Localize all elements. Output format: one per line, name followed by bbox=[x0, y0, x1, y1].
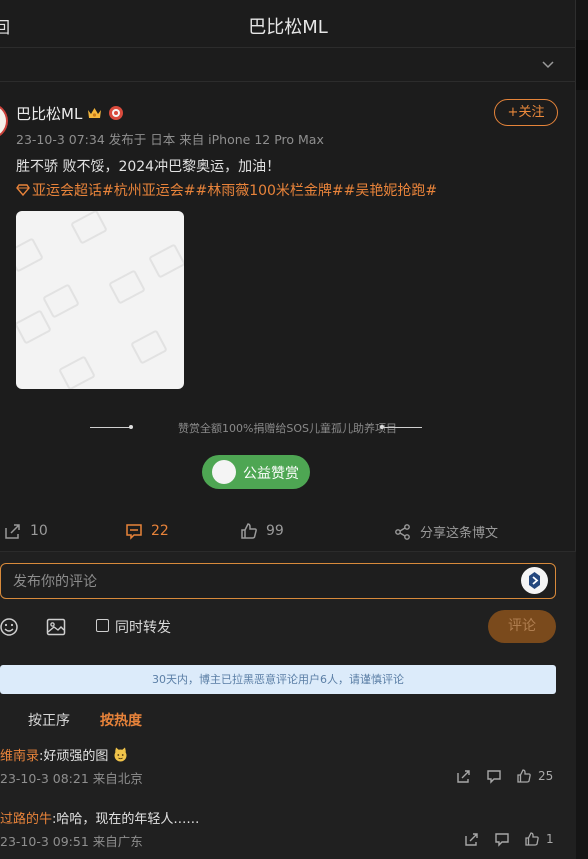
comment-text: :哈哈，现在的年轻人…… bbox=[52, 812, 200, 827]
repost-icon bbox=[5, 524, 20, 539]
comment-button[interactable]: 22 bbox=[125, 522, 169, 540]
image-placeholder-icon bbox=[130, 329, 168, 365]
comment-icon[interactable] bbox=[486, 768, 502, 784]
post-tags[interactable]: 亚运会超话#杭州亚运会##林雨薇100米栏金牌##吴艳妮抢跑# bbox=[16, 180, 437, 200]
comment-meta: 23-10-3 09:51 来自广东 bbox=[0, 834, 143, 849]
repost-count: 10 bbox=[30, 523, 48, 539]
comment-input-box[interactable] bbox=[0, 563, 556, 599]
comment-like-count: 25 bbox=[538, 769, 554, 783]
comment-icon[interactable] bbox=[494, 831, 510, 847]
image-placeholder-icon bbox=[148, 243, 184, 279]
image-placeholder-icon bbox=[16, 309, 52, 345]
comment-meta: 23-10-3 08:21 来自北京 bbox=[0, 771, 143, 786]
donate-label: 公益赞赏 bbox=[243, 466, 299, 482]
post-meta: 23-10-3 07:34 发布于 日本 来自 iPhone 12 Pro Ma… bbox=[16, 132, 324, 147]
comment-like-button[interactable]: 25 bbox=[516, 768, 553, 784]
charity-logo-icon bbox=[212, 460, 236, 484]
chevron-down-icon[interactable] bbox=[540, 56, 556, 72]
image-upload-icon[interactable] bbox=[46, 617, 66, 637]
page-title: 巴比松ML bbox=[248, 17, 328, 38]
image-placeholder-icon bbox=[108, 269, 146, 305]
post-tags-text[interactable]: 亚运会超话#杭州亚运会##林雨薇100米栏金牌##吴艳妮抢跑# bbox=[32, 183, 437, 199]
repost-button[interactable]: 10 bbox=[4, 522, 48, 540]
image-placeholder-icon bbox=[16, 237, 44, 273]
image-placeholder-icon bbox=[58, 355, 96, 389]
comment-user[interactable]: 维南录 bbox=[0, 749, 39, 764]
divider-line bbox=[382, 427, 422, 428]
comment-user[interactable]: 过路的牛 bbox=[0, 812, 52, 827]
thumbs-up-icon bbox=[517, 769, 531, 783]
comment-actions: 25 bbox=[456, 768, 553, 784]
comment-icon bbox=[126, 524, 142, 540]
sort-by-hot-tab[interactable]: 按热度 bbox=[100, 710, 142, 730]
thumbs-up-icon bbox=[525, 832, 539, 846]
comment-count: 22 bbox=[151, 523, 169, 539]
cat-emoji-icon bbox=[114, 747, 127, 762]
comment-input[interactable] bbox=[13, 571, 493, 593]
window-edge bbox=[576, 0, 588, 859]
image-placeholder-icon bbox=[42, 283, 80, 319]
image-placeholder-icon bbox=[70, 211, 108, 245]
reward-caption: 赞赏全额100%捐赠给SOS儿童孤儿助养项目 bbox=[177, 422, 398, 435]
ai-assist-icon[interactable] bbox=[521, 567, 548, 594]
comment-like-count: 1 bbox=[546, 832, 554, 846]
post-text: 胜不骄 败不馁，2024冲巴黎奥运，加油！ bbox=[16, 159, 281, 175]
share-icon bbox=[395, 523, 410, 540]
repost-checkbox[interactable] bbox=[96, 619, 109, 632]
author-name[interactable]: 巴比松ML bbox=[16, 103, 82, 124]
repost-checkbox-label[interactable]: 同时转发 bbox=[115, 617, 171, 637]
share-button[interactable]: 分享这条博文 bbox=[394, 522, 498, 541]
avatar[interactable] bbox=[0, 103, 8, 139]
share-label: 分享这条博文 bbox=[420, 526, 499, 541]
weibo-post-panel: 回 巴比松ML 巴比松ML +关注 23-10-3 07:34 发布于 日本 来… bbox=[0, 0, 576, 859]
crown-icon bbox=[88, 108, 101, 118]
submit-comment-button[interactable]: 评论 bbox=[488, 610, 556, 643]
comment-item: 过路的牛:哈哈，现在的年轻人…… bbox=[0, 808, 199, 827]
repost-icon[interactable] bbox=[464, 831, 480, 847]
vip-badge-icon bbox=[109, 106, 123, 120]
sort-by-time-tab[interactable]: 按正序 bbox=[28, 710, 70, 730]
donate-button[interactable]: 公益赞赏 bbox=[202, 455, 310, 489]
diamond-icon bbox=[16, 184, 30, 196]
like-button[interactable]: 99 bbox=[240, 522, 284, 540]
repost-icon[interactable] bbox=[456, 768, 472, 784]
comment-item: 维南录:好顽强的图 bbox=[0, 745, 128, 764]
follow-button[interactable]: +关注 bbox=[494, 99, 558, 126]
like-count: 99 bbox=[266, 523, 284, 539]
thumbs-up-icon bbox=[241, 523, 257, 539]
block-notice: 30天内，博主已拉黑恶意评论用户6人，请谨慎评论 bbox=[0, 665, 556, 694]
top-bar: 回 巴比松ML bbox=[0, 0, 576, 48]
post-actions: 10 22 99 分享这条博文 bbox=[0, 516, 576, 546]
emoji-icon[interactable] bbox=[0, 617, 20, 637]
comment-text: :好顽强的图 bbox=[39, 749, 109, 764]
sub-bar bbox=[0, 48, 576, 82]
comment-actions: 1 bbox=[464, 831, 554, 847]
comment-like-button[interactable]: 1 bbox=[524, 831, 554, 847]
post-image-placeholder[interactable] bbox=[16, 211, 184, 389]
